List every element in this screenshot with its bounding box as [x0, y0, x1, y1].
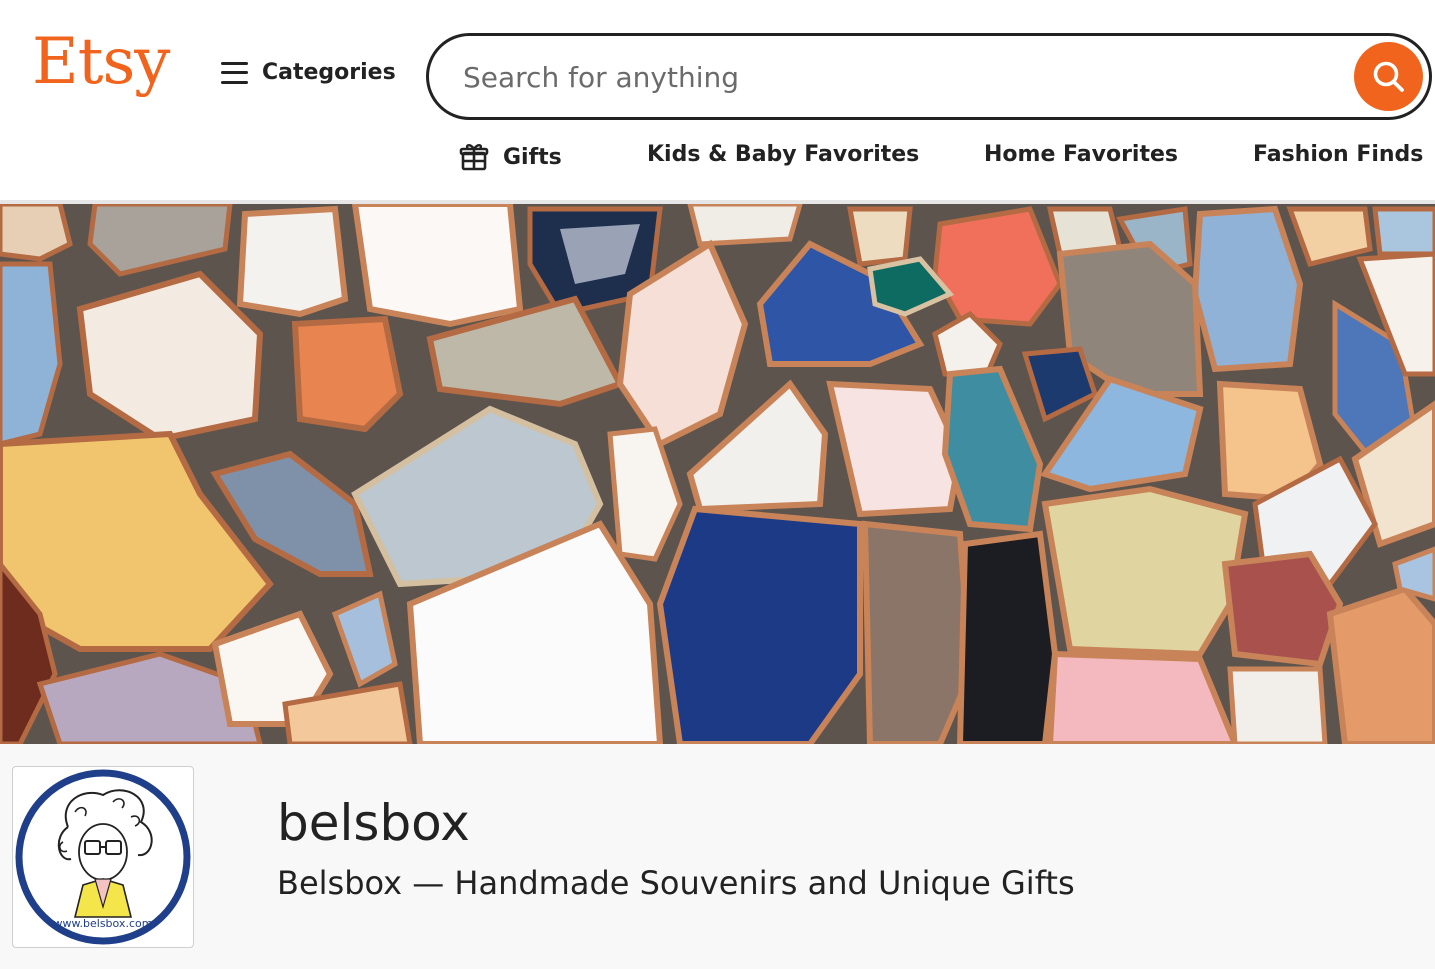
categories-label: Categories	[262, 60, 396, 85]
nav-gifts-label: Gifts	[503, 144, 562, 170]
site-header: Etsy Categories Gifts	[0, 0, 1435, 204]
gift-icon	[459, 142, 489, 172]
etsy-logo[interactable]: Etsy	[32, 30, 170, 94]
search-bar	[426, 33, 1432, 120]
categories-button[interactable]: Categories	[221, 60, 396, 85]
nav-home-favorites[interactable]: Home Favorites	[984, 142, 1178, 167]
shop-title: Belsbox — Handmade Souvenirs and Unique …	[277, 864, 1075, 902]
category-nav: Gifts Kids & Baby Favorites Home Favorit…	[0, 142, 1435, 182]
nav-fashion-finds[interactable]: Fashion Finds	[1253, 142, 1423, 167]
mosaic-banner-image	[0, 204, 1435, 744]
search-button[interactable]	[1354, 42, 1423, 111]
shop-avatar-illustration: www.belsbox.com	[15, 769, 191, 945]
shop-name: belsbox	[277, 794, 470, 852]
nav-gifts[interactable]: Gifts	[459, 142, 562, 172]
nav-kids-baby-favorites[interactable]: Kids & Baby Favorites	[647, 142, 919, 167]
search-icon	[1373, 61, 1404, 92]
menu-icon	[221, 61, 248, 84]
search-input[interactable]	[463, 54, 1323, 100]
shop-logo[interactable]: www.belsbox.com	[12, 766, 194, 948]
shop-info: www.belsbox.com belsbox Belsbox — Handma…	[0, 744, 1435, 969]
shop-logo-text: www.belsbox.com	[54, 917, 153, 930]
shop-banner	[0, 204, 1435, 744]
